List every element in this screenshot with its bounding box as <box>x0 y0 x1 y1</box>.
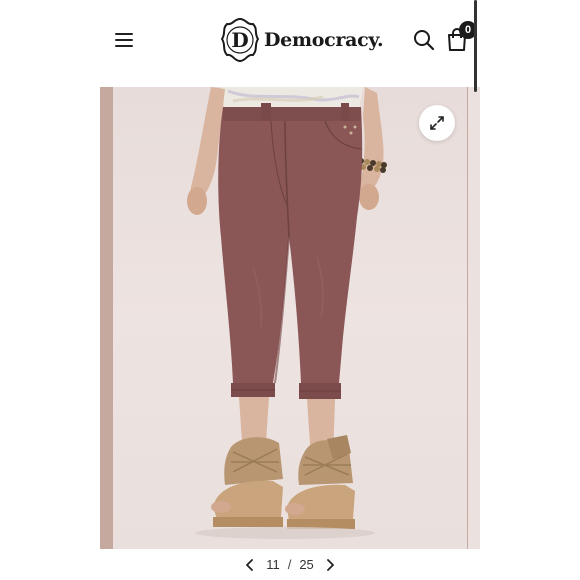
chevron-left-icon <box>246 558 254 571</box>
brand-name: Democracy. <box>264 29 384 51</box>
menu-icon-line <box>115 45 133 47</box>
brand-logo[interactable]: D Democracy. <box>220 17 384 63</box>
next-slide-peek[interactable] <box>468 87 480 549</box>
expand-image-button[interactable] <box>419 105 455 141</box>
chevron-right-icon <box>326 558 334 571</box>
site-header: D Democracy. 0 <box>100 0 480 86</box>
menu-button[interactable] <box>115 32 135 48</box>
product-image-gallery[interactable] <box>100 87 480 549</box>
menu-icon-line <box>115 39 133 41</box>
logo-letter: D <box>231 28 248 52</box>
current-page-number: 11 <box>266 557 280 572</box>
page-scrollbar[interactable] <box>474 0 477 92</box>
previous-image-button[interactable] <box>240 555 260 575</box>
next-image-button[interactable] <box>320 555 340 575</box>
expand-arrows-icon <box>430 116 444 130</box>
menu-icon-line <box>115 33 133 35</box>
gallery-pagination: 11 / 25 <box>100 549 480 580</box>
model-wearing-cropped-pants-image <box>187 87 387 539</box>
search-icon <box>414 30 435 51</box>
logo-emblem-icon: D <box>220 17 260 63</box>
product-page: D Democracy. 0 11 / 25 <box>100 0 480 580</box>
page-separator: / <box>287 557 292 572</box>
total-pages-number: 25 <box>299 557 314 572</box>
product-image[interactable] <box>113 87 467 549</box>
search-button[interactable] <box>413 29 435 51</box>
previous-slide-peek[interactable] <box>100 87 112 549</box>
